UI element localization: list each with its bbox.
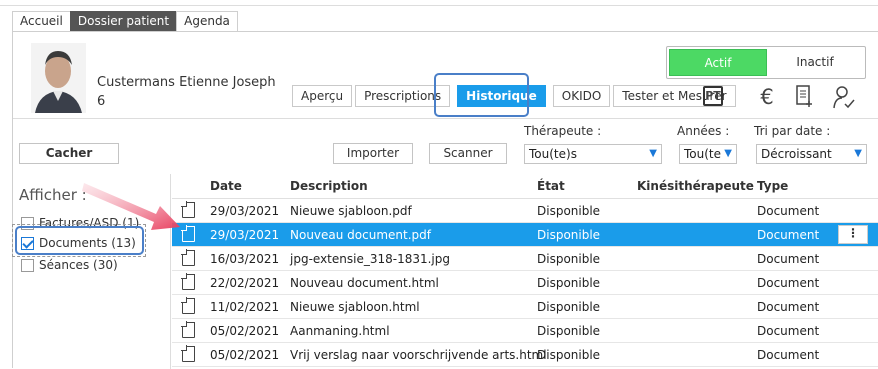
dropdown-arrow-icon: ▼ — [724, 148, 732, 159]
document-icon — [181, 321, 195, 338]
therapist-label: Thérapeute : — [524, 124, 602, 138]
header-separator — [13, 118, 878, 119]
cell-description: Nouveau document.html — [290, 276, 439, 290]
status-toggle[interactable]: Actif Inactif — [666, 46, 866, 79]
document-plus-icon[interactable] — [793, 84, 815, 110]
tab-agenda[interactable]: Agenda — [176, 11, 238, 31]
euro-icon[interactable]: € — [756, 84, 778, 110]
document-icon — [181, 297, 195, 314]
cell-date: 16/03/2021 — [210, 252, 280, 266]
more-options-button[interactable]: ⋮ — [838, 225, 868, 244]
tab-apercu[interactable]: Aperçu — [292, 85, 353, 107]
filter-sidebar: Afficher : Factures/ASD (1) Documents (1… — [12, 174, 171, 369]
hide-button[interactable]: Cacher — [19, 143, 119, 164]
dropdown-arrow-icon: ▼ — [649, 148, 657, 159]
col-state[interactable]: État — [537, 179, 565, 193]
filter-sessions[interactable]: Séances (30) — [21, 258, 118, 272]
cell-date: 29/03/2021 — [210, 204, 280, 218]
cell-description: Nouveau document.pdf — [290, 228, 431, 242]
document-icon — [181, 201, 195, 218]
tab-dossier-patient[interactable]: Dossier patient — [69, 11, 178, 31]
sort-select[interactable]: Décroissant ▼ — [756, 144, 867, 164]
cell-state: Disponible — [537, 228, 601, 242]
year-label: Années : — [677, 124, 730, 138]
patient-number: 6 — [97, 94, 106, 109]
table-row[interactable]: 16/03/2021 jpg-extensie_318-1831.jpg Dis… — [172, 247, 878, 271]
document-icon — [181, 345, 195, 362]
cell-type: Document — [757, 300, 820, 314]
filter-label: Documents (13) — [39, 236, 136, 250]
sort-value: Décroissant — [761, 147, 832, 161]
table-row[interactable]: 05/02/2021 Vrij verslag naar voorschrijv… — [172, 343, 878, 367]
col-type[interactable]: Type — [757, 179, 788, 193]
sidebar-title: Afficher : — [19, 186, 87, 204]
cell-state: Disponible — [537, 204, 601, 218]
checkbox-checked-icon[interactable] — [21, 236, 34, 250]
cell-state: Disponible — [537, 300, 601, 314]
therapist-select[interactable]: Tou(te)s ▼ — [524, 144, 662, 164]
cell-type: Document — [757, 204, 820, 218]
cell-type: Document — [757, 276, 820, 290]
cell-description: Vrij verslag naar voorschrijvende arts.h… — [290, 348, 547, 362]
cell-type: Document — [757, 228, 820, 242]
cell-date: 22/02/2021 — [210, 276, 280, 290]
historique-highlight — [434, 73, 529, 117]
person-check-icon[interactable] — [831, 84, 857, 110]
table-row[interactable]: 05/02/2021 Aanmaning.html Disponible Doc… — [172, 319, 878, 343]
cell-description: Nieuwe sjabloon.pdf — [290, 204, 412, 218]
tab-accueil[interactable]: Accueil — [12, 11, 71, 31]
patient-panel: Custermans Etienne Joseph 6 Actif Inacti… — [12, 31, 878, 369]
window-top-bar — [0, 0, 878, 6]
checkbox-icon[interactable] — [21, 258, 34, 272]
scan-button[interactable]: Scanner — [429, 143, 507, 164]
inactive-option[interactable]: Inactif — [767, 49, 863, 76]
cell-date: 11/02/2021 — [210, 300, 280, 314]
year-value: Tou(te — [684, 147, 722, 161]
therapist-value: Tou(te)s — [529, 147, 577, 161]
filter-label: Séances (30) — [39, 258, 118, 272]
cell-type: Document — [757, 252, 820, 266]
table-row-selected[interactable]: 29/03/2021 Nouveau document.pdf Disponib… — [172, 223, 878, 247]
cell-type: Document — [757, 324, 820, 338]
history-table: Date Description État Kinésithérapeute T… — [172, 174, 878, 369]
col-date[interactable]: Date — [210, 179, 242, 193]
cell-type: Document — [757, 348, 820, 362]
cell-date: 29/03/2021 — [210, 228, 280, 242]
cell-description: Nieuwe sjabloon.html — [290, 300, 420, 314]
document-icon — [181, 249, 195, 266]
dropdown-arrow-icon: ▼ — [854, 148, 862, 159]
table-row[interactable]: 22/02/2021 Nouveau document.html Disponi… — [172, 271, 878, 295]
pt-icon[interactable]: PT — [703, 86, 723, 106]
cell-description: jpg-extensie_318-1831.jpg — [290, 252, 450, 266]
year-select[interactable]: Tou(te ▼ — [679, 144, 737, 164]
cell-date: 05/02/2021 — [210, 348, 280, 362]
cell-state: Disponible — [537, 348, 601, 362]
col-kine[interactable]: Kinésithérapeute — [637, 179, 754, 193]
import-button[interactable]: Importer — [333, 143, 413, 164]
cell-date: 05/02/2021 — [210, 324, 280, 338]
cell-state: Disponible — [537, 276, 601, 290]
cell-state: Disponible — [537, 324, 601, 338]
table-row[interactable]: 11/02/2021 Nieuwe sjabloon.html Disponib… — [172, 295, 878, 319]
cell-state: Disponible — [537, 252, 601, 266]
document-icon — [181, 273, 195, 290]
patient-name: Custermans Etienne Joseph — [97, 75, 276, 90]
avatar — [31, 43, 86, 113]
cell-description: Aanmaning.html — [290, 324, 390, 338]
document-icon — [181, 225, 195, 242]
patient-info: Custermans Etienne Joseph 6 — [97, 73, 276, 111]
main-tabs: Accueil Dossier patient Agenda — [12, 11, 238, 31]
filter-documents[interactable]: Documents (13) — [21, 236, 136, 250]
active-option[interactable]: Actif — [669, 49, 767, 76]
col-description[interactable]: Description — [290, 179, 368, 193]
sort-label: Tri par date : — [754, 124, 831, 138]
tab-okido[interactable]: OKIDO — [552, 85, 611, 107]
table-row[interactable]: 29/03/2021 Nieuwe sjabloon.pdf Disponibl… — [172, 199, 878, 223]
